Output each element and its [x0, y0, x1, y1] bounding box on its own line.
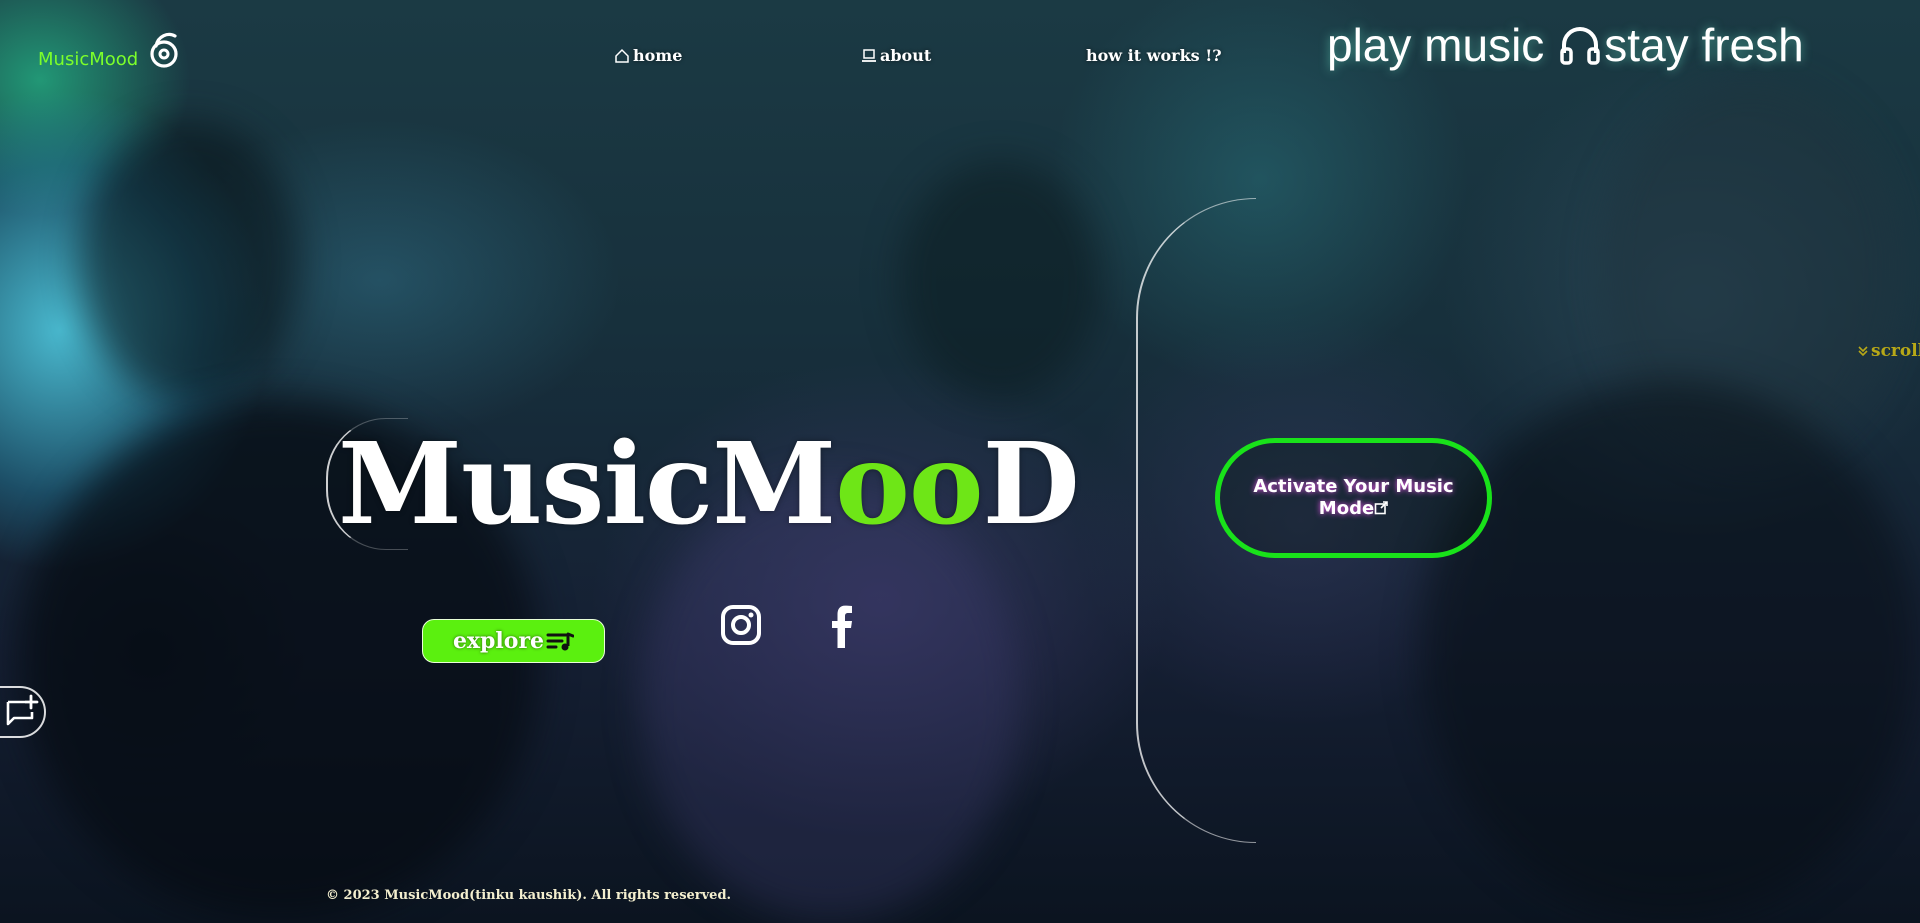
footer-copyright: © 2023 MusicMood(tinku kaushik). All rig…: [326, 888, 732, 903]
playlist-icon: [546, 632, 575, 651]
explore-label: explore: [452, 628, 545, 654]
facebook-icon[interactable]: [830, 604, 854, 648]
nav-about-label: about: [880, 46, 932, 65]
activate-button-text: Activate Your Music Mode: [1253, 476, 1453, 520]
activate-music-mode-button[interactable]: Activate Your Music Mode: [1215, 438, 1492, 558]
external-link-icon: [1374, 501, 1388, 515]
laptop-icon: [862, 48, 876, 62]
tagline: play music stay fresh: [1327, 18, 1804, 72]
headphones-icon: [1560, 27, 1601, 65]
scroll-down-icon: [1858, 346, 1868, 357]
nav-home-label: home: [633, 46, 683, 65]
tagline-right: stay fresh: [1604, 19, 1804, 71]
instagram-icon[interactable]: [720, 604, 762, 646]
hero-background: MusicMood home about how it works !? pla…: [0, 0, 1920, 923]
tagline-left: play music: [1327, 19, 1545, 71]
hero-title-part1: MusicM: [338, 419, 836, 550]
nav-home[interactable]: home: [614, 46, 682, 65]
home-icon: [615, 48, 629, 63]
scroll-label: scroll: [1871, 341, 1920, 361]
nav-how-it-works[interactable]: how it works !?: [1086, 46, 1222, 65]
logo-text: MusicMood: [38, 48, 139, 70]
hero-title-part2: D: [982, 419, 1080, 550]
activate-line2: Mode: [1318, 498, 1375, 519]
site-logo[interactable]: MusicMood: [38, 30, 184, 70]
activate-line1: Activate Your Music: [1253, 476, 1454, 497]
nav-how-label: how it works !?: [1086, 46, 1222, 65]
scroll-hint[interactable]: scroll: [1857, 341, 1920, 361]
chat-add-icon: [6, 694, 39, 726]
explore-button[interactable]: explore: [422, 619, 605, 663]
nav-about[interactable]: about: [861, 46, 931, 65]
hero-title: MusicMooD: [338, 419, 1080, 550]
hero-title-accent: oo: [835, 419, 983, 550]
music-note-logo-icon: [150, 32, 178, 68]
